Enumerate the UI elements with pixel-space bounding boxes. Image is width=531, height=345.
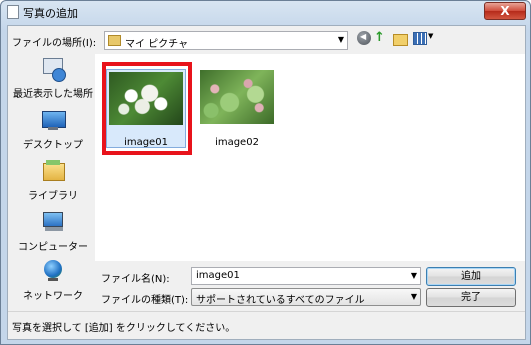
filetype-value: サポートされているすべてのファイル — [196, 295, 365, 306]
dialog-body: ファイルの場所(I): マイ ピクチャ ▼ ↑ 最近表示した場所 デスクトップ … — [7, 25, 526, 340]
file-item-image01[interactable]: image01 — [101, 54, 192, 155]
highlight-box — [102, 62, 192, 155]
recent-places-icon — [40, 56, 66, 82]
new-folder-icon[interactable] — [392, 30, 408, 46]
computer-icon — [40, 209, 66, 235]
add-photo-dialog: 写真の追加 X ファイルの場所(I): マイ ピクチャ ▼ ↑ 最近表示した場所… — [0, 0, 531, 345]
network-icon — [40, 258, 66, 284]
location-value: マイ ピクチャ — [125, 39, 189, 50]
window-title: 写真の追加 — [23, 7, 78, 20]
title-bar: 写真の追加 X — [1, 1, 530, 23]
document-icon — [7, 5, 19, 19]
place-label: ネットワーク — [23, 291, 83, 302]
file-name-label: image02 — [215, 137, 259, 148]
chevron-down-icon[interactable]: ▼ — [411, 292, 417, 301]
filetype-label: ファイルの種類(T): — [101, 295, 189, 306]
add-button[interactable]: 追加 — [426, 267, 516, 286]
folder-icon — [108, 35, 121, 46]
place-label: コンピューター — [18, 242, 88, 253]
filename-value: image01 — [196, 270, 240, 281]
location-label: ファイルの場所(I): — [12, 38, 97, 49]
place-library[interactable]: ライブラリ — [11, 158, 95, 202]
thumbnail-image02 — [200, 70, 274, 124]
file-item-image02[interactable]: image02 — [192, 54, 282, 154]
desktop-icon — [40, 107, 66, 133]
filename-input[interactable]: image01 ▼ — [191, 267, 421, 285]
place-recent[interactable]: 最近表示した場所 — [11, 56, 95, 100]
up-folder-icon[interactable]: ↑ — [374, 30, 390, 46]
place-label: ライブラリ — [28, 191, 78, 202]
place-label: 最近表示した場所 — [13, 89, 93, 100]
places-bar: 最近表示した場所 デスクトップ ライブラリ コンピューター ネットワーク — [11, 54, 95, 306]
library-icon — [40, 158, 66, 184]
place-network[interactable]: ネットワーク — [11, 258, 95, 302]
view-menu-icon[interactable] — [412, 30, 438, 46]
back-icon[interactable] — [356, 30, 372, 46]
status-text: 写真を選択して [追加] をクリックしてください。 — [12, 323, 236, 334]
done-button[interactable]: 完了 — [426, 288, 516, 307]
place-computer[interactable]: コンピューター — [11, 209, 95, 253]
filetype-select[interactable]: サポートされているすべてのファイル ▼ — [191, 288, 421, 306]
place-desktop[interactable]: デスクトップ — [11, 107, 95, 151]
close-button[interactable]: X — [484, 2, 526, 20]
file-list[interactable]: image01 image02 — [95, 54, 525, 261]
status-bar: 写真を選択して [追加] をクリックしてください。 — [8, 311, 525, 339]
chevron-down-icon[interactable]: ▼ — [338, 35, 344, 44]
filename-label: ファイル名(N): — [101, 274, 170, 285]
chevron-down-icon[interactable]: ▼ — [411, 271, 417, 280]
place-label: デスクトップ — [23, 140, 83, 151]
location-combo[interactable]: マイ ピクチャ ▼ — [104, 31, 348, 50]
